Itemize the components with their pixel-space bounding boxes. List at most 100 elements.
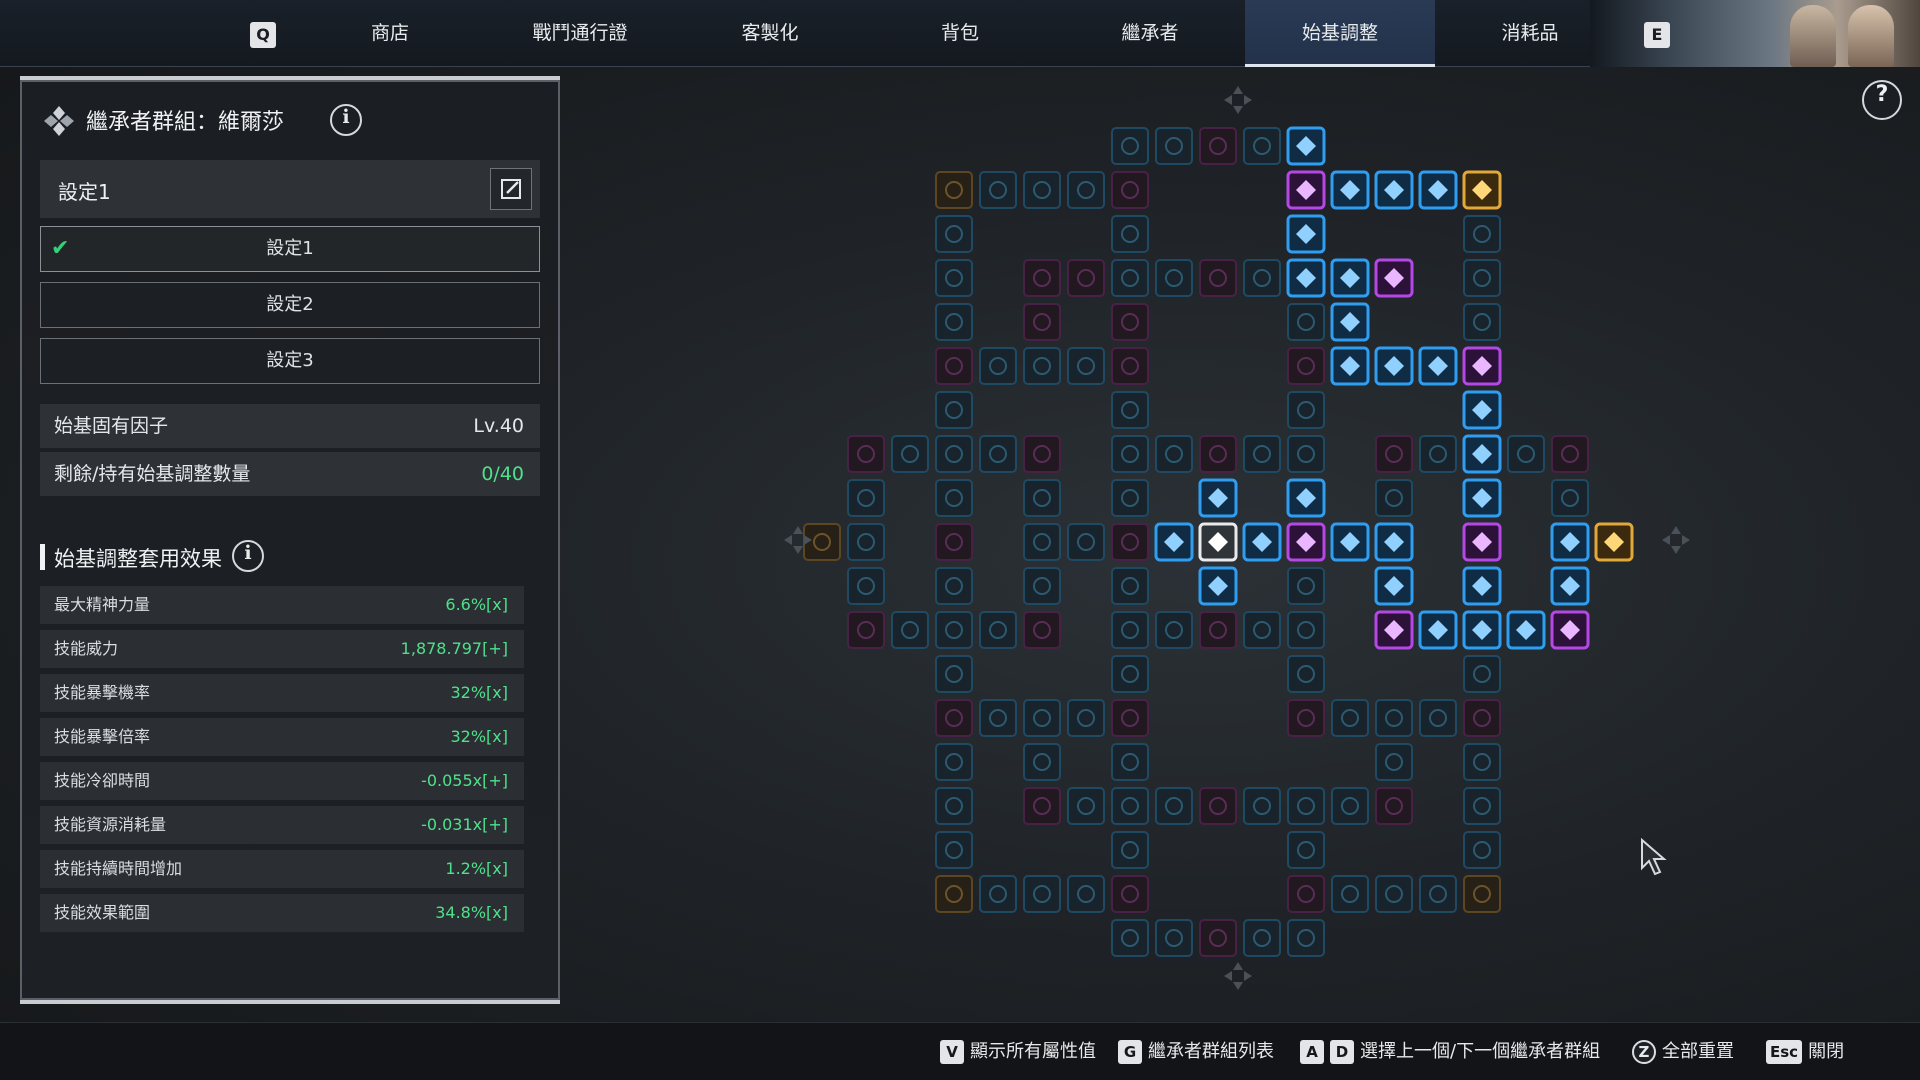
hint-close[interactable]: Esc 關閉 xyxy=(1766,1039,1844,1065)
tuning-node[interactable] xyxy=(1374,170,1414,210)
tuning-node[interactable] xyxy=(1155,127,1193,165)
tuning-node[interactable] xyxy=(1375,479,1413,517)
tuning-node[interactable] xyxy=(1331,787,1369,825)
tuning-node[interactable] xyxy=(1023,435,1061,473)
tuning-node[interactable] xyxy=(1550,566,1590,606)
tuning-node[interactable] xyxy=(1419,435,1457,473)
tuning-node[interactable] xyxy=(847,479,885,517)
tuning-node[interactable] xyxy=(1374,610,1414,650)
tuning-node[interactable] xyxy=(847,523,885,561)
tuning-node[interactable] xyxy=(1023,303,1061,341)
tuning-node[interactable] xyxy=(1111,391,1149,429)
hint-show-all-stats[interactable]: V 顯示所有屬性值 xyxy=(940,1039,1096,1065)
tuning-node[interactable] xyxy=(1243,919,1281,957)
tuning-node[interactable] xyxy=(1023,743,1061,781)
tuning-node[interactable] xyxy=(1594,522,1634,562)
tuning-node[interactable] xyxy=(1111,567,1149,605)
tuning-node[interactable] xyxy=(1286,522,1326,562)
tuning-node[interactable] xyxy=(1199,611,1237,649)
tuning-node[interactable] xyxy=(1418,610,1458,650)
tuning-node[interactable] xyxy=(1462,478,1502,518)
tuning-node[interactable] xyxy=(1023,699,1061,737)
tuning-node[interactable] xyxy=(1198,522,1238,562)
tuning-node[interactable] xyxy=(935,567,973,605)
tuning-node[interactable] xyxy=(1463,215,1501,253)
tuning-node[interactable] xyxy=(1111,611,1149,649)
tuning-node[interactable] xyxy=(935,303,973,341)
tuning-node[interactable] xyxy=(1330,170,1370,210)
tuning-node[interactable] xyxy=(1155,611,1193,649)
tuning-node[interactable] xyxy=(935,171,973,209)
tuning-node[interactable] xyxy=(1330,302,1370,342)
tuning-node[interactable] xyxy=(1287,655,1325,693)
tuning-node[interactable] xyxy=(1111,435,1149,473)
tuning-node[interactable] xyxy=(935,347,973,385)
tuning-node[interactable] xyxy=(1287,787,1325,825)
tuning-node[interactable] xyxy=(1463,787,1501,825)
tuning-node[interactable] xyxy=(935,215,973,253)
tuning-node[interactable] xyxy=(1463,655,1501,693)
tuning-node[interactable] xyxy=(979,611,1017,649)
tuning-node[interactable] xyxy=(1330,346,1370,386)
tuning-node[interactable] xyxy=(1243,787,1281,825)
tuning-node[interactable] xyxy=(979,347,1017,385)
tuning-node[interactable] xyxy=(1375,435,1413,473)
tuning-node[interactable] xyxy=(1067,787,1105,825)
tuning-node[interactable] xyxy=(1375,699,1413,737)
tuning-node[interactable] xyxy=(1154,522,1194,562)
tuning-node[interactable] xyxy=(935,831,973,869)
tuning-node[interactable] xyxy=(1243,435,1281,473)
tuning-node[interactable] xyxy=(1419,875,1457,913)
tuning-node[interactable] xyxy=(1287,831,1325,869)
tuning-node[interactable] xyxy=(847,435,885,473)
tuning-node[interactable] xyxy=(1199,919,1237,957)
tuning-node[interactable] xyxy=(1375,875,1413,913)
tuning-node[interactable] xyxy=(1023,523,1061,561)
tuning-node[interactable] xyxy=(1506,610,1546,650)
tuning-node[interactable] xyxy=(1243,259,1281,297)
tuning-node[interactable] xyxy=(1375,743,1413,781)
tuning-node[interactable] xyxy=(1155,259,1193,297)
tuning-node[interactable] xyxy=(935,523,973,561)
tuning-node[interactable] xyxy=(1463,303,1501,341)
tuning-node[interactable] xyxy=(1023,479,1061,517)
tuning-node[interactable] xyxy=(1286,214,1326,254)
tuning-node[interactable] xyxy=(935,699,973,737)
tuning-node[interactable] xyxy=(1111,479,1149,517)
tuning-node[interactable] xyxy=(1286,170,1326,210)
tuning-node[interactable] xyxy=(1111,875,1149,913)
tuning-node[interactable] xyxy=(935,655,973,693)
tuning-node[interactable] xyxy=(1462,522,1502,562)
tuning-node[interactable] xyxy=(1023,611,1061,649)
hint-prev-next-group[interactable]: A D 選擇上一個/下一個繼承者群組 xyxy=(1300,1039,1600,1065)
tuning-node[interactable] xyxy=(1111,171,1149,209)
tuning-node[interactable] xyxy=(1243,127,1281,165)
tuning-node[interactable] xyxy=(1198,478,1238,518)
tuning-node[interactable] xyxy=(1111,303,1149,341)
tuning-node[interactable] xyxy=(1155,435,1193,473)
tuning-node[interactable] xyxy=(1067,347,1105,385)
tuning-node[interactable] xyxy=(1111,831,1149,869)
tuning-node[interactable] xyxy=(935,787,973,825)
tuning-node[interactable] xyxy=(1111,919,1149,957)
tuning-node[interactable] xyxy=(1286,126,1326,166)
tuning-node[interactable] xyxy=(1199,259,1237,297)
help-icon[interactable]: ? xyxy=(1862,80,1902,120)
tuning-node[interactable] xyxy=(847,611,885,649)
tuning-node[interactable] xyxy=(1374,258,1414,298)
tuning-node[interactable] xyxy=(1023,787,1061,825)
tuning-node[interactable] xyxy=(1463,259,1501,297)
tuning-node[interactable] xyxy=(1462,610,1502,650)
tuning-node[interactable] xyxy=(979,699,1017,737)
tuning-node[interactable] xyxy=(1111,215,1149,253)
tuning-node[interactable] xyxy=(1023,567,1061,605)
tuning-node[interactable] xyxy=(1067,699,1105,737)
tuning-node[interactable] xyxy=(1418,170,1458,210)
tuning-node[interactable] xyxy=(1462,346,1502,386)
tuning-node[interactable] xyxy=(1462,390,1502,430)
tuning-node[interactable] xyxy=(1023,259,1061,297)
tuning-node[interactable] xyxy=(1287,303,1325,341)
tuning-node[interactable] xyxy=(1551,479,1589,517)
tuning-node[interactable] xyxy=(1287,567,1325,605)
tuning-node[interactable] xyxy=(1023,171,1061,209)
